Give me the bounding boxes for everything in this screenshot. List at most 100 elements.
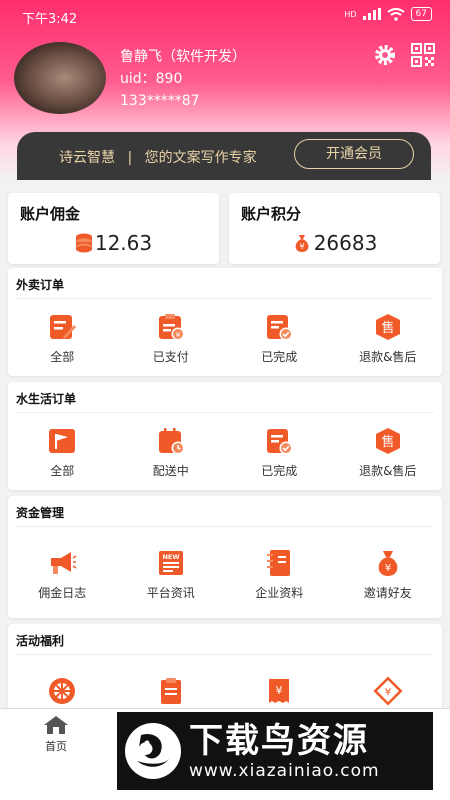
company-info[interactable]: 企业资料	[225, 548, 334, 601]
takeout-refund[interactable]: 售 退款&售后	[334, 312, 443, 365]
points-title: 账户积分	[241, 205, 302, 223]
takeout-all[interactable]: 全部	[8, 312, 117, 365]
money-bag-icon: ¥	[378, 551, 398, 576]
hd-label: HD	[344, 9, 357, 19]
commission-title: 账户佣金	[20, 205, 81, 223]
divider	[16, 412, 434, 413]
water-completed[interactable]: 已完成	[225, 426, 334, 479]
calendar-clock-icon	[158, 428, 185, 455]
open-membership-button[interactable]: 开通会员	[294, 139, 414, 169]
item-label: 全部	[50, 464, 75, 478]
completed-order-icon	[267, 429, 293, 455]
svg-text:¥: ¥	[176, 331, 181, 339]
coin-stack-icon	[75, 233, 92, 253]
clipboard-icon	[160, 678, 181, 704]
watermark-banner: 下载鸟资源 www.xiazainiao.com	[117, 712, 433, 790]
divider	[16, 298, 434, 299]
status-icons: HD 67	[344, 7, 432, 21]
takeout-paid[interactable]: ¥ 已支付	[117, 312, 226, 365]
commission-value: 12.63	[94, 231, 153, 255]
home-icon	[44, 716, 68, 734]
item-label: 全部	[50, 350, 75, 364]
megaphone-icon	[51, 552, 77, 574]
item-label: 配送中	[152, 464, 189, 478]
refund-sale-icon: 售	[375, 428, 400, 454]
item-label: 佣金日志	[38, 586, 87, 600]
lucky-wheel[interactable]	[8, 676, 117, 712]
divider	[16, 654, 434, 655]
avatar[interactable]	[14, 42, 106, 114]
battery-icon: 67	[410, 7, 432, 21]
tab-home-label: 首页	[45, 740, 67, 753]
brand-name: 诗云智慧	[59, 150, 115, 166]
status-bar: 下午3:42 HD 67	[0, 0, 450, 30]
section-title: 资金管理	[16, 506, 65, 520]
item-label: 平台资讯	[146, 586, 195, 600]
svg-text:¥: ¥	[299, 242, 304, 251]
item-label: 已支付	[152, 350, 189, 364]
member-banner: 诗云智慧 | 您的文案写作专家 开通会员	[17, 132, 431, 180]
user-uid: uid：890	[120, 71, 183, 87]
slogan-divider: |	[127, 150, 133, 166]
status-time: 下午3:42	[22, 12, 78, 27]
section-title: 外卖订单	[16, 278, 65, 292]
commission-log[interactable]: 佣金日志	[8, 548, 117, 601]
gear-icon[interactable]	[372, 42, 398, 68]
water-delivering[interactable]: 配送中	[117, 426, 226, 479]
activity-tasks[interactable]	[117, 676, 226, 712]
water-all[interactable]: 全部	[8, 426, 117, 479]
commission-value-row: 12.63	[8, 231, 219, 255]
fund-management-section: 资金管理 佣金日志 NEW 平台资讯 企业资料 ¥ 邀请好友	[8, 496, 442, 618]
coupon-icon: ¥	[373, 676, 403, 706]
watermark-url: www.xiazainiao.com	[189, 761, 380, 781]
points-value: 26683	[313, 231, 378, 255]
section-title: 水生活订单	[16, 392, 77, 406]
header-actions	[372, 42, 436, 68]
svg-text:售: 售	[381, 320, 394, 336]
completed-order-icon	[267, 315, 293, 341]
fund-grid: 佣金日志 NEW 平台资讯 企业资料 ¥ 邀请好友	[8, 548, 442, 601]
wifi-icon	[386, 7, 405, 21]
watermark-title: 下载鸟资源	[189, 721, 369, 761]
news-icon: NEW	[158, 551, 183, 575]
water-orders-section: 水生活订单 全部 配送中 已完成 售 退款&售后	[8, 382, 442, 490]
water-grid: 全部 配送中 已完成 售 退款&售后	[8, 426, 442, 479]
water-refund[interactable]: 售 退款&售后	[334, 426, 443, 479]
activity-coupon[interactable]: ¥	[334, 676, 443, 712]
signal-icon	[362, 8, 381, 20]
invite-friends[interactable]: ¥ 邀请好友	[334, 548, 443, 601]
item-label: 邀请好友	[363, 586, 412, 600]
user-info: 鲁静飞（软件开发） uid：890 133*****87	[120, 46, 246, 112]
svg-text:¥: ¥	[385, 687, 391, 698]
platform-news[interactable]: NEW 平台资讯	[117, 548, 226, 601]
member-slogan: 诗云智慧 | 您的文案写作专家	[59, 147, 257, 167]
points-value-row: ¥26683	[229, 231, 440, 255]
receipt-icon: ¥	[269, 679, 290, 703]
svg-text:售: 售	[381, 434, 394, 450]
bird-logo-icon	[125, 723, 181, 779]
activity-grid: ¥ ¥	[8, 676, 442, 712]
item-label: 退款&售后	[359, 464, 417, 478]
qrcode-icon[interactable]	[410, 42, 436, 68]
points-card[interactable]: 账户积分 ¥26683	[229, 193, 440, 264]
item-label: 已完成	[261, 350, 298, 364]
notebook-icon	[267, 550, 291, 576]
flag-icon	[49, 429, 76, 453]
takeout-completed[interactable]: 已完成	[225, 312, 334, 365]
item-label: 已完成	[261, 464, 298, 478]
paid-order-icon: ¥	[158, 314, 185, 341]
activity-receipt[interactable]: ¥	[225, 676, 334, 712]
divider	[16, 526, 434, 527]
svg-text:¥: ¥	[276, 684, 283, 697]
svg-text:¥: ¥	[385, 563, 391, 574]
watermark-text: 下载鸟资源 www.xiazainiao.com	[189, 721, 380, 781]
takeout-orders-section: 外卖订单 全部 ¥ 已支付 已完成 售 退款&售后	[8, 268, 442, 376]
commission-card[interactable]: 账户佣金 12.63	[8, 193, 219, 264]
money-bag-icon: ¥	[295, 235, 309, 252]
item-label: 退款&售后	[359, 350, 417, 364]
svg-text:NEW: NEW	[162, 553, 179, 561]
wheel-icon	[49, 678, 76, 704]
user-name: 鲁静飞（软件开发）	[120, 49, 246, 65]
takeout-grid: 全部 ¥ 已支付 已完成 售 退款&售后	[8, 312, 442, 365]
tab-home[interactable]: 首页	[36, 715, 76, 754]
